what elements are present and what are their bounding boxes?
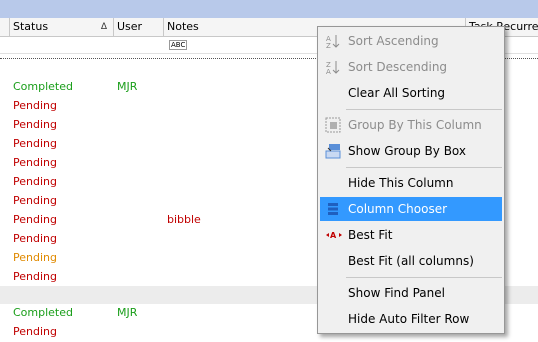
status-cell: Pending <box>13 156 57 169</box>
header-user[interactable]: User <box>114 18 164 36</box>
header-user-label: User <box>117 20 143 33</box>
status-cell: Pending <box>13 175 57 188</box>
status-cell: Pending <box>13 251 57 264</box>
header-status-label: Status <box>13 20 49 33</box>
menu-label: Show Group By Box <box>348 144 466 158</box>
menu-label: Column Chooser <box>348 202 448 216</box>
user-cell: MJR <box>117 306 138 319</box>
menu-item-sort-ascending[interactable]: AZ Sort Ascending <box>320 29 502 53</box>
header-status[interactable]: Status Δ <box>10 18 114 36</box>
sort-ascending-icon: AZ <box>325 33 341 50</box>
best-fit-icon: A <box>325 227 342 243</box>
menu-item-column-chooser[interactable]: Column Chooser <box>320 197 502 221</box>
column-chooser-icon <box>325 201 341 217</box>
status-cell: Pending <box>13 270 57 283</box>
menu-item-sort-descending[interactable]: ZA Sort Descending <box>320 55 502 79</box>
menu-item-show-group-by-box[interactable]: Show Group By Box <box>320 139 502 163</box>
menu-item-show-find-panel[interactable]: Show Find Panel <box>320 281 502 305</box>
menu-label: Group By This Column <box>348 118 482 132</box>
menu-item-hide-this-column[interactable]: Hide This Column <box>320 171 502 195</box>
menu-label: Hide Auto Filter Row <box>348 312 470 326</box>
menu-label: Clear All Sorting <box>348 86 446 100</box>
menu-separator <box>346 277 502 278</box>
status-cell: Pending <box>13 232 57 245</box>
menu-item-clear-all-sorting[interactable]: Clear All Sorting <box>320 81 502 105</box>
status-cell: Completed <box>13 306 73 319</box>
menu-item-hide-auto-filter-row[interactable]: Hide Auto Filter Row <box>320 307 502 331</box>
menu-item-best-fit-all-columns[interactable]: Best Fit (all columns) <box>320 249 502 273</box>
status-cell: Pending <box>13 118 57 131</box>
menu-item-best-fit[interactable]: A Best Fit <box>320 223 502 247</box>
menu-label: Hide This Column <box>348 176 454 190</box>
group-panel <box>0 0 538 18</box>
header-notes-label: Notes <box>167 20 199 33</box>
menu-label: Best Fit <box>348 228 393 242</box>
row-indicator-header <box>0 18 10 36</box>
notes-cell: bibble <box>167 213 201 226</box>
status-cell: Pending <box>13 99 57 112</box>
sort-indicator-icon: Δ <box>100 22 107 32</box>
status-cell: Pending <box>13 137 57 150</box>
svg-text:Z: Z <box>326 42 331 49</box>
sort-descending-icon: ZA <box>325 59 341 76</box>
status-cell: Pending <box>13 194 57 207</box>
user-cell: MJR <box>117 80 138 93</box>
status-cell: Completed <box>13 80 73 93</box>
menu-label: Sort Ascending <box>348 34 439 48</box>
svg-text:A: A <box>330 231 337 240</box>
filter-condition-icon[interactable]: ABC <box>169 40 188 50</box>
menu-label: Sort Descending <box>348 60 448 74</box>
menu-item-group-by-column[interactable]: Group By This Column <box>320 113 502 137</box>
menu-label: Best Fit (all columns) <box>348 254 474 268</box>
svg-text:A: A <box>326 68 331 75</box>
group-box-icon <box>325 143 341 159</box>
column-context-menu: AZ Sort Ascending ZA Sort Descending Cle… <box>317 26 505 334</box>
menu-separator <box>346 167 502 168</box>
status-cell: Pending <box>13 213 57 226</box>
group-by-icon <box>325 117 341 133</box>
menu-separator <box>346 109 502 110</box>
menu-label: Show Find Panel <box>348 286 445 300</box>
status-cell: Pending <box>13 325 57 338</box>
